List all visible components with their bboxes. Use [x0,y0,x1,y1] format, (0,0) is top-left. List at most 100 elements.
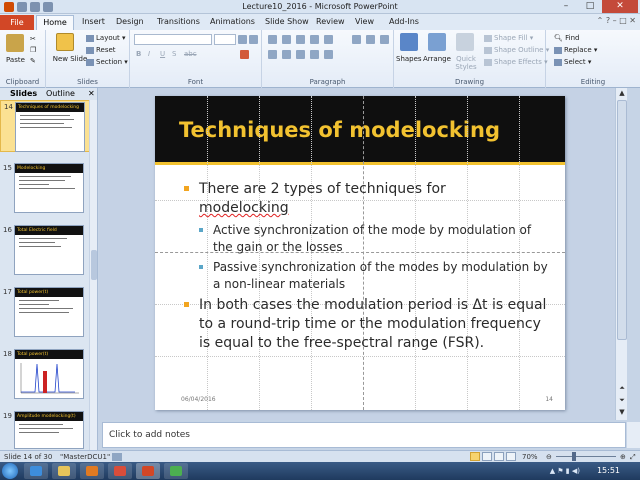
notes-scrollbar[interactable] [627,422,640,448]
font-size-combo[interactable] [214,34,236,45]
taskbar-ie-icon[interactable] [24,463,48,479]
slide-body-text[interactable]: There are 2 types of techniques for model… [183,180,548,357]
close-panel-icon[interactable]: ✕ [88,88,95,99]
bullets-icon[interactable] [268,35,277,44]
zoom-in-icon[interactable]: ⊕ [620,453,626,461]
replace-button[interactable]: Replace ▾ [554,46,597,54]
taskbar-powerpoint-icon[interactable] [136,463,160,479]
zoom-out-icon[interactable]: ⊖ [546,453,552,461]
taskbar-chrome-icon[interactable] [108,463,132,479]
spelling-icon[interactable] [112,453,122,461]
next-slide-icon[interactable]: ⏷ [616,396,628,406]
slide-thumbnail[interactable]: 17 Total power(t) [0,286,90,338]
align-text-icon[interactable] [366,35,375,44]
cut-icon[interactable]: ✂ [30,35,36,43]
zoom-level[interactable]: 70% [522,453,538,461]
smartart-icon[interactable] [380,35,389,44]
shape-outline-button[interactable]: Shape Outline ▾ [484,46,549,54]
slides-panel-scrollbar[interactable] [89,100,97,450]
grow-font-icon[interactable] [238,35,247,44]
tab-outline-panel[interactable]: Outline [46,88,75,99]
tab-transitions[interactable]: Transitions [157,17,200,26]
tab-add-ins[interactable]: Add-Ins [389,17,419,26]
align-right-icon[interactable] [296,50,305,59]
decrease-indent-icon[interactable] [296,35,305,44]
tab-slides-panel[interactable]: Slides [10,88,37,99]
underline-button[interactable]: U [160,50,165,58]
tab-animations[interactable]: Animations [210,17,255,26]
shape-fill-button[interactable]: Shape Fill ▾ [484,34,533,42]
scroll-up-icon[interactable]: ▲ [616,89,628,99]
new-slide-icon[interactable] [56,33,74,51]
maximize-button[interactable]: □ [578,0,602,13]
paste-icon[interactable] [6,34,24,52]
taskbar-app-icon[interactable] [164,463,188,479]
columns-icon[interactable] [324,50,333,59]
shape-effects-button[interactable]: Shape Effects ▾ [484,58,548,66]
slide-thumbnail[interactable]: 15 Modelocking [0,162,90,214]
slide-thumbnail[interactable]: 14 Techniques of modelocking [0,100,90,152]
align-left-icon[interactable] [268,50,277,59]
increase-indent-icon[interactable] [310,35,319,44]
minimize-button[interactable]: – [554,0,578,13]
line-spacing-icon[interactable] [324,35,333,44]
reset-button[interactable]: Reset [86,46,116,54]
zoom-slider-handle[interactable] [572,452,576,461]
tab-design[interactable]: Design [116,17,144,26]
taskbar-clock[interactable]: 15:51 [597,466,620,475]
ribbon-help-controls[interactable]: ⌃ ? – □ ✕ [597,16,636,25]
font-color-icon[interactable] [240,50,249,59]
slide-thumbnail[interactable]: 16 Total Electric field [0,224,90,276]
shrink-font-icon[interactable] [249,35,258,44]
zoom-slider[interactable] [556,456,616,457]
tab-slide-show[interactable]: Slide Show [265,17,309,26]
taskbar-media-icon[interactable] [80,463,104,479]
normal-view-icon[interactable] [470,452,480,461]
arrange-button[interactable]: Arrange [423,55,451,63]
reading-view-icon[interactable] [494,452,504,461]
shapes-icon[interactable] [400,33,418,51]
arrange-icon[interactable] [428,33,446,51]
canvas-scrollbar[interactable]: ▲ ⏶ ⏷ ▼ [615,88,627,420]
bold-button[interactable]: B [136,50,141,58]
slides-panel-scroll-thumb[interactable] [91,250,97,280]
slide-show-view-icon[interactable] [506,452,516,461]
current-slide[interactable]: Techniques of modelocking There are 2 ty… [155,96,565,410]
strikethrough-button[interactable]: abc [184,50,197,58]
taskbar-explorer-icon[interactable] [52,463,76,479]
format-painter-icon[interactable]: ✎ [30,57,36,65]
previous-slide-icon[interactable]: ⏶ [616,384,628,394]
select-button[interactable]: Select ▾ [554,58,591,66]
slide-thumbnail[interactable]: 19 Amplitude modelocking(t) [0,410,90,450]
section-button[interactable]: Section ▾ [86,58,128,66]
justify-icon[interactable] [310,50,319,59]
font-name-combo[interactable] [134,34,212,45]
system-tray-icons[interactable]: ▲ ⚑ ▮ ◀) [550,467,580,475]
tab-view[interactable]: View [355,17,374,26]
italic-button[interactable]: I [148,50,150,58]
quick-styles-button[interactable]: Quick Styles [452,55,480,71]
text-direction-icon[interactable] [352,35,361,44]
fit-slide-icon[interactable]: ⤢ [630,453,636,462]
quick-styles-icon[interactable] [456,33,474,51]
tab-review[interactable]: Review [316,17,345,26]
copy-icon[interactable]: ❐ [30,46,36,54]
tab-home[interactable]: Home [36,15,74,30]
shadow-button[interactable]: S [172,50,176,58]
tab-insert[interactable]: Insert [82,17,105,26]
scroll-down-icon[interactable]: ▼ [616,408,628,418]
layout-button[interactable]: Layout ▾ [86,34,126,42]
slide-thumbnail[interactable]: 18 Total power(t) [0,348,90,400]
slide-sorter-view-icon[interactable] [482,452,492,461]
paste-button[interactable]: Paste [6,56,25,64]
find-button[interactable]: 🔍︎ Find [554,34,579,42]
tab-file[interactable]: File [0,15,34,30]
shapes-button[interactable]: Shapes [396,55,422,63]
new-slide-button[interactable]: New Slide [52,55,88,63]
notes-pane[interactable]: Click to add notes [102,422,626,448]
numbering-icon[interactable] [282,35,291,44]
start-button-icon[interactable] [2,463,18,479]
close-button[interactable]: ✕ [602,0,638,13]
align-center-icon[interactable] [282,50,291,59]
canvas-scroll-thumb[interactable] [617,100,627,340]
